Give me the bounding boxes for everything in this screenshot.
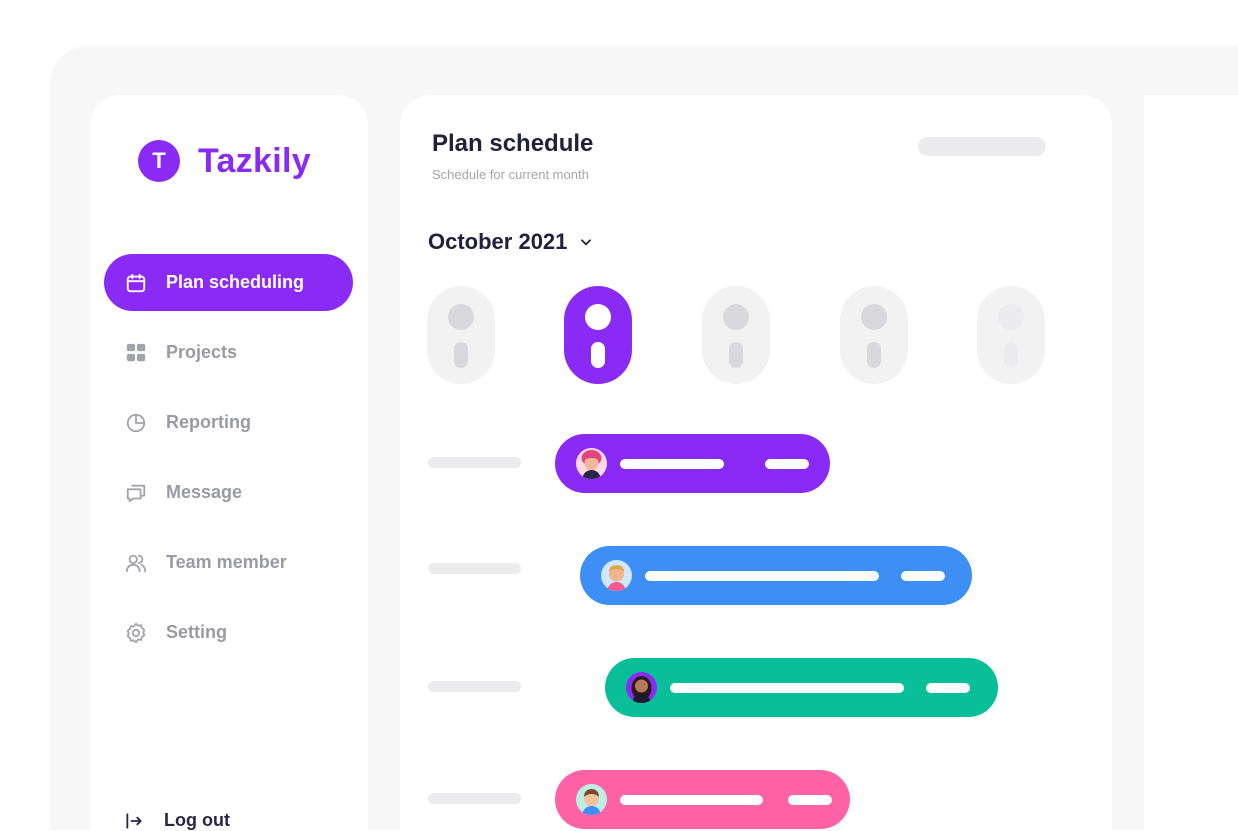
day-bar	[1004, 342, 1018, 368]
page-title: Plan schedule	[432, 130, 594, 157]
day-selector[interactable]	[977, 286, 1045, 384]
day-bar	[867, 342, 881, 368]
day-selector[interactable]	[427, 286, 495, 384]
users-icon	[124, 551, 148, 575]
task-meta-placeholder	[765, 459, 809, 469]
row-label-placeholder	[428, 457, 521, 468]
sidebar-item-label: Projects	[166, 342, 238, 362]
row-label-placeholder	[428, 793, 521, 804]
task-bar[interactable]	[555, 434, 830, 493]
day-selector[interactable]	[840, 286, 908, 384]
task-bar[interactable]	[580, 546, 972, 605]
chevron-down-icon	[579, 235, 593, 249]
task-meta-placeholder	[788, 795, 832, 805]
day-dot	[861, 304, 887, 330]
day-dot	[723, 304, 749, 330]
sidebar-item-label: Setting	[166, 622, 227, 642]
chat-icon	[124, 481, 148, 505]
sidebar-item-team-member[interactable]: Team member	[104, 534, 353, 591]
day-selector[interactable]	[702, 286, 770, 384]
day-dot	[998, 304, 1024, 330]
logo-mark: T	[138, 140, 180, 182]
task-meta-placeholder	[901, 571, 945, 581]
row-label-placeholder	[428, 563, 521, 574]
logout-icon	[124, 811, 148, 831]
app-name: Tazkily	[198, 141, 311, 180]
task-bar[interactable]	[555, 770, 850, 829]
avatar	[576, 784, 607, 815]
row-label-placeholder	[428, 681, 521, 692]
task-title-placeholder	[670, 683, 904, 693]
task-bar[interactable]	[605, 658, 998, 717]
sidebar-item-reporting[interactable]: Reporting	[104, 394, 353, 451]
day-bar	[454, 342, 468, 368]
sidebar-item-message[interactable]: Message	[104, 464, 353, 521]
sidebar-item-label: Team member	[166, 552, 287, 572]
right-panel	[1144, 95, 1238, 830]
task-title-placeholder	[645, 571, 879, 581]
logout-button[interactable]: Log out	[124, 810, 230, 831]
grid-icon	[124, 341, 148, 365]
task-title-placeholder	[620, 459, 724, 469]
avatar	[626, 672, 657, 703]
month-label: October 2021	[428, 229, 568, 254]
calendar-icon	[124, 271, 148, 295]
sidebar-item-label: Plan scheduling	[166, 272, 305, 292]
app-logo[interactable]: T Tazkily	[138, 140, 311, 182]
header-placeholder	[918, 137, 1046, 156]
month-selector[interactable]: October 2021	[428, 229, 593, 255]
sidebar-item-projects[interactable]: Projects	[104, 324, 353, 381]
day-bar	[591, 342, 605, 368]
gear-icon	[124, 621, 148, 645]
sidebar-item-plan-scheduling[interactable]: Plan scheduling	[104, 254, 353, 311]
task-meta-placeholder	[926, 683, 970, 693]
day-bar	[729, 342, 743, 368]
day-dot	[585, 304, 611, 330]
pie-chart-icon	[124, 411, 148, 435]
avatar	[576, 448, 607, 479]
sidebar-item-setting[interactable]: Setting	[104, 604, 353, 661]
sidebar-item-label: Message	[166, 482, 243, 502]
day-dot	[448, 304, 474, 330]
task-title-placeholder	[620, 795, 763, 805]
page-subtitle: Schedule for current month	[432, 167, 589, 182]
logout-label: Log out	[164, 810, 230, 830]
day-selector-active[interactable]	[564, 286, 632, 384]
avatar	[601, 560, 632, 591]
sidebar-item-label: Reporting	[166, 412, 251, 432]
sidebar-nav: Plan scheduling Projects Reporting Messa…	[104, 254, 353, 674]
